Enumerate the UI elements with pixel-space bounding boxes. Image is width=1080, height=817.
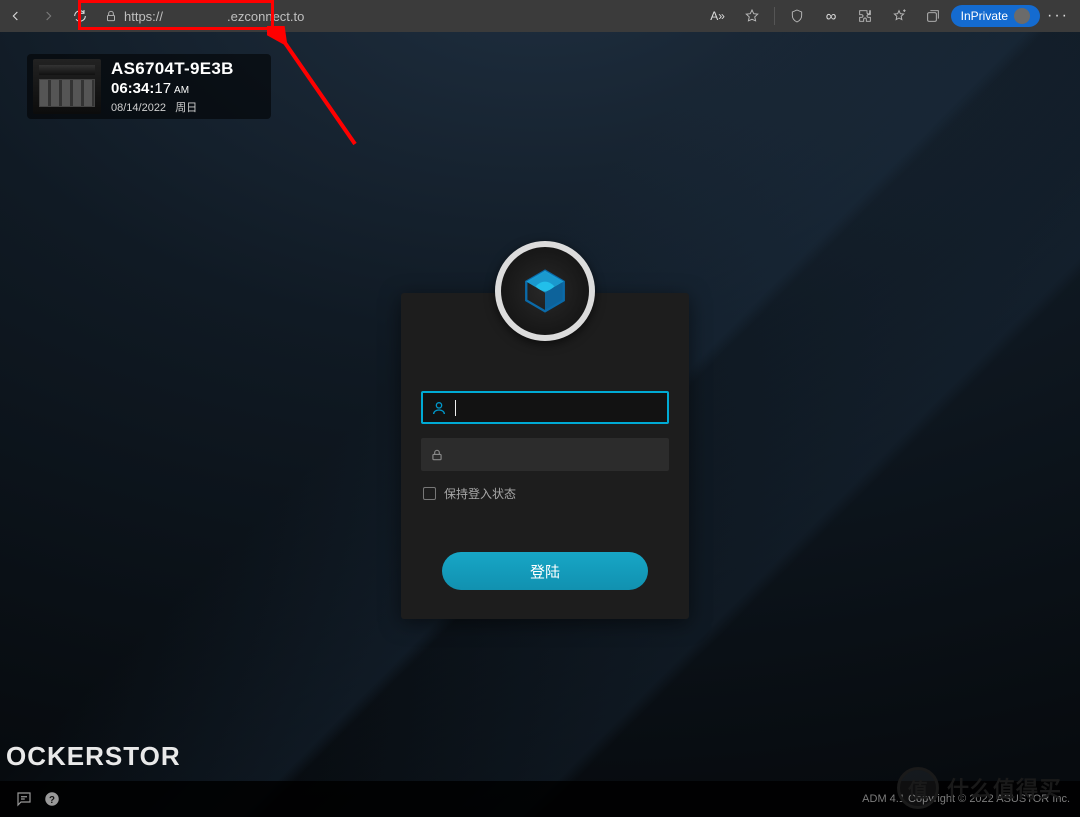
- nas-status-widget[interactable]: AS6704T-9E3B 06:34:17AM 08/14/2022 周日: [27, 54, 271, 119]
- login-panel: 保持登入状态 登陆: [401, 293, 689, 619]
- collections-icon: [925, 8, 941, 24]
- favorite-button[interactable]: [736, 0, 768, 32]
- username-field[interactable]: [421, 391, 669, 424]
- annotation-arrow: [267, 26, 367, 156]
- read-aloud-button[interactable]: A»: [702, 0, 734, 32]
- chat-icon: [15, 790, 33, 808]
- lock-icon: [421, 448, 453, 462]
- asustor-logo-icon: [520, 266, 570, 316]
- product-logo: [495, 241, 595, 341]
- url-suffix: .ezconnect.to: [227, 9, 304, 24]
- inprivate-label: InPrivate: [961, 9, 1008, 23]
- star-plus-icon: [891, 8, 907, 24]
- infinity-button[interactable]: ∞: [815, 0, 847, 32]
- watermark-text: 什么值得买: [947, 772, 1062, 804]
- feedback-button[interactable]: [10, 785, 38, 813]
- checkbox-icon[interactable]: [423, 487, 436, 500]
- password-input[interactable]: [453, 438, 669, 471]
- puzzle-icon: [857, 8, 873, 24]
- favorites-bar-button[interactable]: [883, 0, 915, 32]
- remember-me[interactable]: 保持登入状态: [421, 485, 669, 502]
- page-content: AS6704T-9E3B 06:34:17AM 08/14/2022 周日: [0, 32, 1080, 817]
- help-button[interactable]: ?: [38, 785, 66, 813]
- nas-hostname: AS6704T-9E3B: [111, 59, 234, 79]
- inprivate-indicator[interactable]: InPrivate: [951, 5, 1040, 27]
- url-prefix: https://: [124, 9, 163, 24]
- forward-button[interactable]: [32, 0, 64, 32]
- login-button[interactable]: 登陆: [442, 552, 648, 590]
- nas-date: 08/14/2022 周日: [111, 99, 234, 115]
- shield-icon: [789, 8, 805, 24]
- nas-device-icon: [33, 59, 101, 114]
- address-bar[interactable]: https:// .ezconnect.to: [96, 9, 702, 24]
- brand-wordmark: OCKERSTOR: [6, 741, 181, 772]
- avatar-icon: [1014, 8, 1030, 24]
- username-input[interactable]: [456, 393, 667, 422]
- svg-text:?: ?: [49, 795, 55, 806]
- password-field[interactable]: [421, 438, 669, 471]
- divider: [774, 7, 775, 25]
- extensions-button[interactable]: [849, 0, 881, 32]
- star-icon: [744, 8, 760, 24]
- help-icon: ?: [43, 790, 61, 808]
- url-redacted: [169, 11, 221, 21]
- watermark-badge: 值: [897, 767, 939, 809]
- collections-button[interactable]: [917, 0, 949, 32]
- browser-top-bar: https:// .ezconnect.to A» ∞ InPrivate ··…: [0, 0, 1080, 32]
- remember-label: 保持登入状态: [444, 485, 516, 502]
- more-button[interactable]: ···: [1042, 0, 1074, 32]
- back-button[interactable]: [0, 0, 32, 32]
- nas-time: 06:34:17AM: [111, 80, 234, 97]
- refresh-button[interactable]: [64, 0, 96, 32]
- shield-button[interactable]: [781, 0, 813, 32]
- watermark: 值 什么值得买: [897, 767, 1062, 809]
- user-icon: [423, 400, 455, 416]
- lock-icon: [104, 9, 118, 23]
